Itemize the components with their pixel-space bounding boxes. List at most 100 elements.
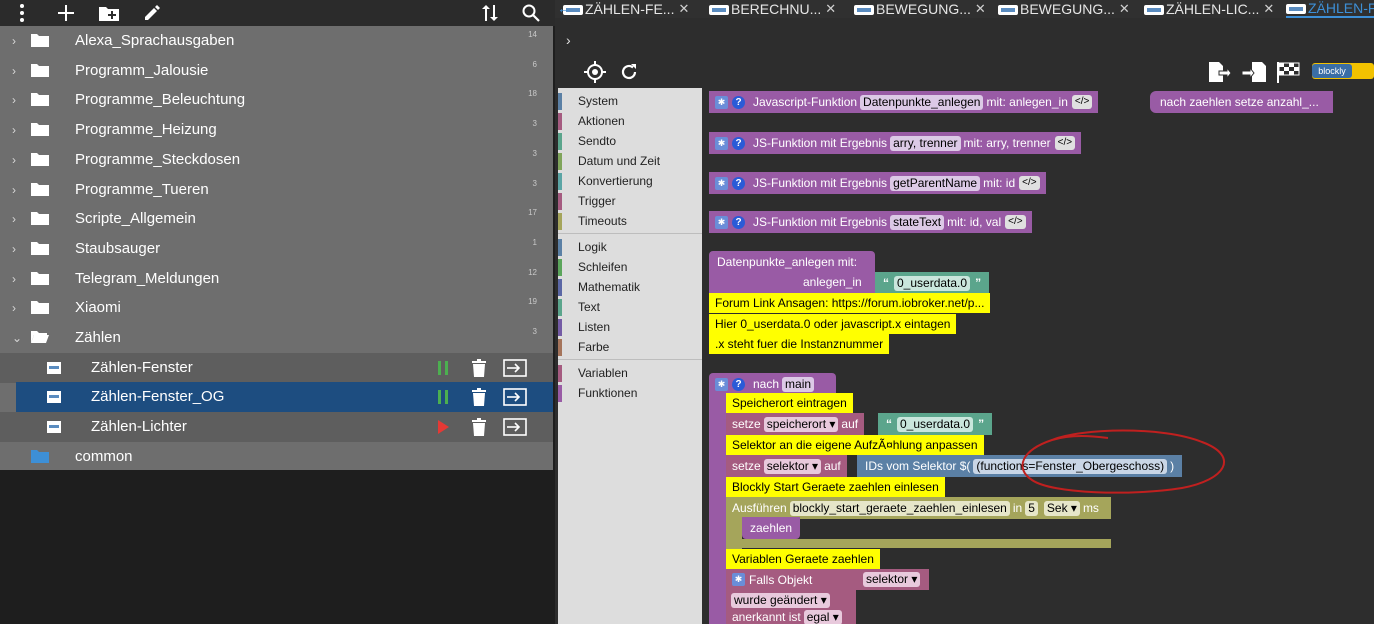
toolbox-category[interactable]: Schleifen	[558, 257, 702, 277]
text-value-field[interactable]: 0_userdata.0	[894, 275, 971, 291]
pause-icon[interactable]	[425, 385, 461, 409]
sort-icon[interactable]	[478, 0, 502, 26]
tree-script[interactable]: Zählen-Fenster	[0, 352, 553, 383]
tree-script[interactable]: Zählen-Lichter	[0, 412, 553, 443]
code-edit-button[interactable]: </>	[1054, 136, 1076, 150]
pause-icon[interactable]	[425, 356, 461, 380]
set-variable-block[interactable]: setze speicherort ▾ auf	[726, 413, 865, 435]
tree-folder[interactable]: › Telegram_Meldungen 12	[0, 264, 553, 294]
toolbox-category[interactable]: Datum und Zeit	[558, 151, 702, 171]
comment-block[interactable]: .x steht fuer die Instanznummer	[709, 334, 890, 354]
delete-icon[interactable]	[461, 356, 497, 380]
timeout-unit-dropdown[interactable]: Sek ▾	[1043, 500, 1080, 516]
refresh-icon[interactable]	[619, 62, 639, 87]
trigger-object-dropdown[interactable]: selektor ▾	[863, 572, 921, 587]
script-tab[interactable]: BEWEGUNG... ✕	[998, 0, 1130, 18]
blockly-workspace[interactable]: ✱ ? Javascript-Funktion Datenpunkte_anle…	[702, 88, 1374, 624]
code-edit-button[interactable]: </>	[1005, 215, 1026, 229]
comment-block[interactable]: Selektor an die eigene AufzÃ¤hlung anpas…	[726, 435, 984, 455]
text-value-block[interactable]: “ 0_userdata.0 ”	[878, 413, 993, 435]
tree-folder[interactable]: › Programme_Heizung 3	[0, 115, 553, 145]
help-icon[interactable]: ?	[732, 136, 745, 150]
expand-chevron-icon[interactable]: ›	[566, 32, 571, 48]
chevron-right-icon[interactable]: ›	[12, 212, 22, 226]
function-definition-block[interactable]: ✱ ? JS-Funktion mit Ergebnis getParentNa…	[709, 172, 1046, 194]
chevron-right-icon[interactable]: ›	[12, 93, 22, 107]
script-tab[interactable]: ZÄHLEN-FE... ✕	[563, 0, 689, 18]
tree-folder[interactable]: › Xiaomi 19	[0, 293, 553, 323]
toolbox-category[interactable]: Konvertierung	[558, 171, 702, 191]
blockly-mode-badge[interactable]: blockly	[1312, 63, 1374, 79]
export-script-icon[interactable]	[497, 415, 533, 439]
comment-block[interactable]: Blockly Start Geraete zaehlen einlesen	[726, 477, 945, 497]
tree-folder-common[interactable]: common	[0, 442, 553, 472]
trigger-condition-dropdown[interactable]: wurde geändert ▾	[731, 592, 830, 608]
export-script-icon[interactable]	[497, 356, 533, 380]
code-edit-button[interactable]: </>	[1019, 176, 1040, 190]
toolbox-category[interactable]: Variablen	[558, 363, 702, 383]
toolbox-category[interactable]: Logik	[558, 237, 702, 257]
function-name-field[interactable]: stateText	[890, 214, 945, 230]
gear-icon[interactable]: ✱	[715, 136, 728, 150]
function-name-field[interactable]: arry, trenner	[890, 135, 961, 151]
timeout-block[interactable]: Ausführen blockly_start_geraete_zaehlen_…	[726, 497, 1111, 519]
script-tab[interactable]: BEWEGUNG... ✕	[854, 0, 986, 18]
trigger-ack-row[interactable]: anerkannt ist egal ▾	[726, 610, 856, 624]
function-name-field[interactable]: getParentName	[890, 175, 981, 191]
timeout-name-field[interactable]: blockly_start_geraete_zaehlen_einlesen	[789, 500, 1010, 516]
text-value-field[interactable]: 0_userdata.0	[897, 416, 974, 432]
delete-icon[interactable]	[461, 415, 497, 439]
function-call-block[interactable]: nach zaehlen setze anzahl_...	[1150, 91, 1333, 113]
help-icon[interactable]: ?	[732, 95, 745, 109]
close-icon[interactable]: ✕	[1119, 1, 1130, 17]
tree-folder[interactable]: › Alexa_Sprachausgaben 14	[0, 26, 553, 56]
comment-block[interactable]: Forum Link Ansagen: https://forum.iobrok…	[709, 293, 991, 313]
gear-icon[interactable]: ✱	[715, 176, 728, 190]
function-definition-block[interactable]: ✱ ? JS-Funktion mit Ergebnis stateText m…	[709, 211, 1032, 233]
more-vertical-icon[interactable]	[10, 0, 34, 26]
help-icon[interactable]: ?	[732, 215, 745, 229]
play-icon[interactable]	[425, 415, 461, 439]
tree-folder[interactable]: › Scripte_Allgemein 17	[0, 204, 553, 234]
chevron-right-icon[interactable]: ›	[12, 123, 22, 137]
close-icon[interactable]: ✕	[1263, 1, 1274, 17]
gear-icon[interactable]: ✱	[715, 95, 728, 109]
toolbox-category[interactable]: Sendto	[558, 131, 702, 151]
set-variable-block[interactable]: setze selektor ▾ auf	[726, 455, 847, 477]
new-folder-icon[interactable]	[96, 0, 122, 26]
chevron-right-icon[interactable]: ›	[12, 301, 22, 315]
tree-folder[interactable]: › Programme_Steckdosen 3	[0, 145, 553, 175]
function-name-field[interactable]: Datenpunkte_anlegen	[860, 94, 984, 110]
comment-block[interactable]: Hier 0_userdata.0 oder javascript.x eint…	[709, 314, 957, 334]
script-tab[interactable]: BERECHNU... ✕	[709, 0, 836, 18]
export-script-icon[interactable]	[497, 385, 533, 409]
procedure-call-block[interactable]: zaehlen	[742, 517, 801, 539]
toolbox-category[interactable]: Aktionen	[558, 111, 702, 131]
gear-icon[interactable]: ✱	[715, 377, 728, 391]
search-icon[interactable]	[519, 0, 543, 26]
toolbox-category[interactable]: Trigger	[558, 191, 702, 211]
gear-icon[interactable]: ✱	[715, 215, 728, 229]
add-icon[interactable]	[54, 0, 78, 26]
timeout-value-field[interactable]: 5	[1025, 500, 1038, 516]
export-icon[interactable]	[1207, 60, 1232, 89]
code-edit-button[interactable]: </>	[1071, 95, 1093, 109]
tree-script[interactable]: Zählen-Fenster_OG	[16, 382, 553, 413]
toolbox-category[interactable]: Listen	[558, 317, 702, 337]
toolbox-category[interactable]: Farbe	[558, 337, 702, 357]
trigger-condition-row[interactable]: wurde geändert ▾	[726, 590, 856, 610]
variable-dropdown[interactable]: selektor ▾	[763, 458, 822, 474]
edit-icon[interactable]	[140, 0, 164, 26]
chevron-right-icon[interactable]: ›	[12, 34, 22, 48]
script-tab[interactable]: ZÄHLEN-F	[1286, 0, 1374, 18]
toolbox-category[interactable]: Text	[558, 297, 702, 317]
tree-folder[interactable]: › Programm_Jalousie 6	[0, 56, 553, 86]
toolbox-category[interactable]: Funktionen	[558, 383, 702, 403]
function-definition-block[interactable]: ✱ ? JS-Funktion mit Ergebnis arry, trenn…	[709, 132, 1082, 154]
toolbox-category[interactable]: Timeouts	[558, 211, 702, 231]
tree-folder[interactable]: › Staubsauger 1	[0, 234, 553, 264]
function-definition-block[interactable]: ✱ ? Javascript-Funktion Datenpunkte_anle…	[709, 91, 1099, 113]
help-icon[interactable]: ?	[732, 377, 745, 391]
tab-scroll-left-icon[interactable]: ←	[557, 0, 571, 16]
checkered-flag-icon[interactable]	[1276, 61, 1300, 88]
